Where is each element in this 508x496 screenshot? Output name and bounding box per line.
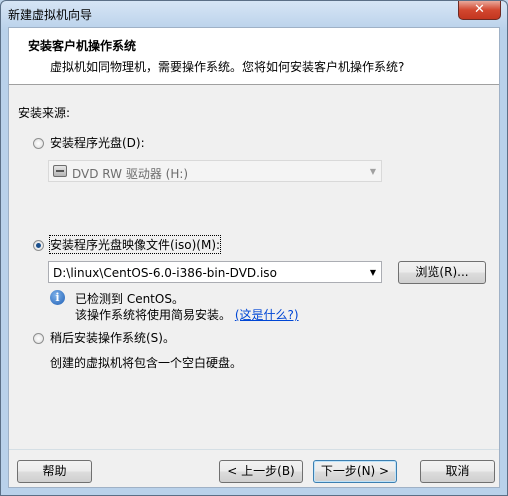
disc-drive-value: DVD RW 驱动器 (H:) (72, 167, 189, 181)
blank-disk-note: 创建的虚拟机将包含一个空白硬盘。 (50, 356, 243, 370)
cancel-button[interactable]: 取消 (420, 460, 495, 483)
whats-this-link[interactable]: (这是什么?) (235, 308, 299, 322)
wizard-header: 安装客户机操作系统 虚拟机如同物理机，需要操作系统。您将如何安装客户机操作系统? (9, 28, 499, 85)
easy-install-note: 该操作系统将使用简易安装。 (75, 308, 232, 322)
iso-path-combobox[interactable]: D:\linux\CentOS-6.0-i386-bin-DVD.iso ▼ (48, 261, 382, 283)
back-button[interactable]: < 上一步(B) (219, 460, 303, 483)
iso-option-label[interactable]: 安装程序光盘映像文件(iso)(M): (48, 235, 222, 254)
window-title: 新建虚拟机向导 (8, 8, 93, 22)
disc-option-label[interactable]: 安装程序光盘(D): (50, 134, 145, 151)
close-icon: ✕ (474, 2, 485, 17)
easy-install-text: 该操作系统将使用简易安装。 (这是什么?) (75, 306, 299, 323)
help-button[interactable]: 帮助 (17, 460, 92, 483)
close-button[interactable]: ✕ (458, 1, 501, 20)
chevron-down-icon: ▼ (369, 167, 376, 176)
later-radio[interactable] (33, 333, 44, 344)
optical-drive-icon (53, 165, 67, 177)
wizard-footer: 帮助 < 上一步(B) 下一步(N) > 取消 (9, 450, 499, 487)
detected-os-text: 已检测到 CentOS。 (75, 292, 184, 306)
title-bar: 新建虚拟机向导 ✕ (1, 1, 507, 27)
later-option-label[interactable]: 稍后安装操作系统(S)。 (50, 329, 175, 346)
disc-drive-select[interactable]: DVD RW 驱动器 (H:) ▼ (48, 160, 382, 182)
wizard-window: 新建虚拟机向导 ✕ 安装客户机操作系统 虚拟机如同物理机，需要操作系统。您将如何… (0, 0, 508, 496)
wizard-client-area: 安装客户机操作系统 虚拟机如同物理机，需要操作系统。您将如何安装客户机操作系统?… (8, 27, 500, 488)
page-title: 安装客户机操作系统 (28, 39, 137, 53)
chevron-down-icon[interactable]: ▼ (370, 262, 376, 282)
next-button[interactable]: 下一步(N) > (313, 460, 397, 483)
install-source-label: 安装来源: (18, 106, 71, 120)
iso-path-value: D:\linux\CentOS-6.0-i386-bin-DVD.iso (53, 266, 277, 280)
iso-radio[interactable] (33, 240, 44, 251)
info-icon: i (50, 290, 65, 305)
disc-radio[interactable] (33, 138, 44, 149)
page-subtitle: 虚拟机如同物理机，需要操作系统。您将如何安装客户机操作系统? (50, 60, 405, 74)
browse-button[interactable]: 浏览(R)... (398, 261, 486, 284)
